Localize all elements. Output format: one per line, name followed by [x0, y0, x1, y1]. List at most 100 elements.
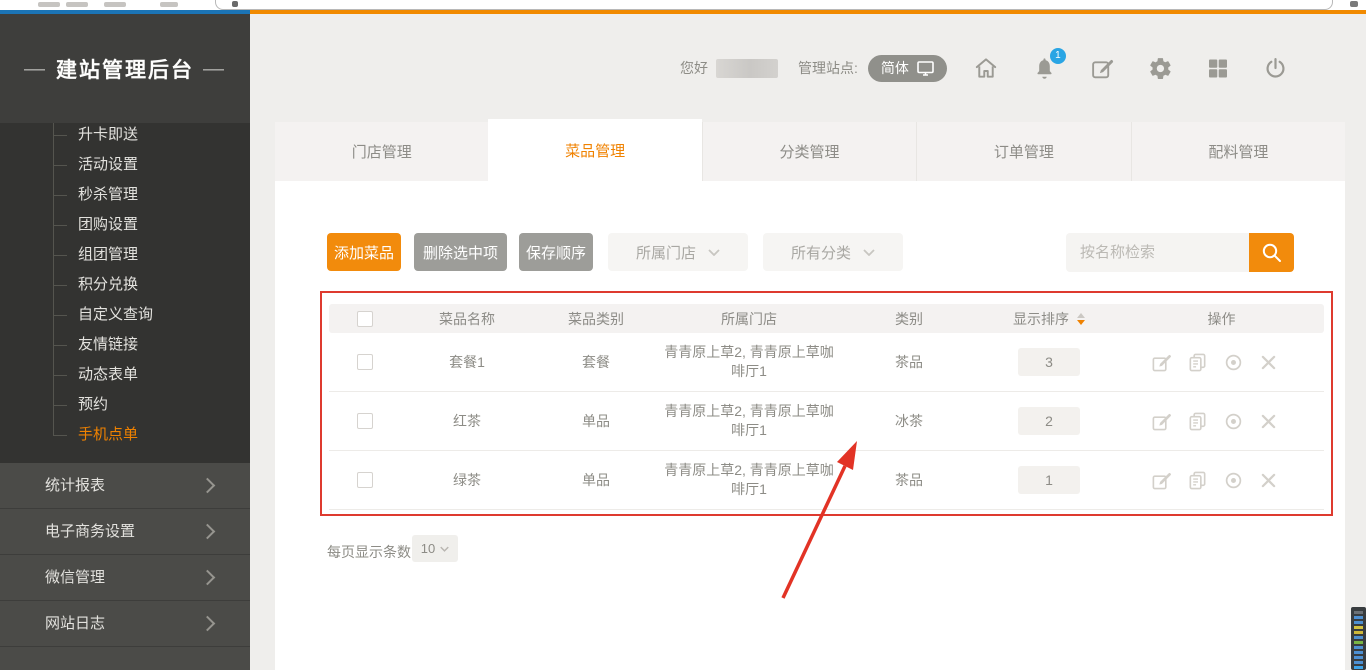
sidebar-item[interactable]: 升卡即送 [0, 120, 250, 150]
chevron-down-icon [440, 546, 449, 552]
store-filter-dropdown[interactable]: 所属门店 [608, 233, 748, 271]
scrollbar-thumb[interactable] [1351, 607, 1366, 670]
table-header-row: 菜品名称 菜品类别 所属门店 类别 显示排序 操作 [329, 304, 1324, 333]
cell-category: 冰茶 [839, 411, 979, 431]
row-checkbox[interactable] [357, 413, 373, 429]
browser-fragment [160, 2, 178, 7]
cell-dish-name: 红茶 [401, 411, 533, 431]
copy-icon[interactable] [1187, 411, 1208, 432]
column-header-name: 菜品名称 [401, 309, 533, 329]
tab[interactable]: 门店管理 [275, 122, 488, 181]
save-order-button[interactable]: 保存顺序 [519, 233, 593, 271]
copy-icon[interactable] [1187, 352, 1208, 373]
delete-x-icon[interactable] [1259, 471, 1278, 490]
sidebar-item[interactable]: 团购设置 [0, 210, 250, 240]
view-eye-icon[interactable] [1223, 470, 1244, 491]
logo-dash: — [203, 57, 226, 81]
notification-badge: 1 [1050, 48, 1066, 64]
sidebar-item[interactable]: 秒杀管理 [0, 180, 250, 210]
sidebar-item[interactable]: 自定义查询 [0, 300, 250, 330]
cell-dish-name: 套餐1 [401, 352, 533, 372]
chevron-down-icon [708, 249, 720, 256]
browser-menu-icon[interactable] [1350, 1, 1358, 7]
scroll-stripe [1354, 666, 1363, 669]
tab[interactable]: 菜品管理 [488, 119, 701, 181]
tab[interactable]: 订单管理 [916, 122, 1130, 181]
edit-icon[interactable] [1151, 352, 1172, 373]
column-header-sort[interactable]: 显示排序 [979, 309, 1119, 329]
sidebar-item[interactable]: 手机点单 [0, 420, 250, 450]
add-dish-button[interactable]: 添加菜品 [327, 233, 401, 271]
sidebar-item[interactable]: 积分兑换 [0, 270, 250, 300]
delete-x-icon[interactable] [1259, 353, 1278, 372]
language-site-button[interactable]: 简体 [868, 55, 947, 82]
chevron-right-icon [200, 616, 216, 632]
category-filter-label: 所有分类 [791, 242, 851, 263]
scroll-stripe [1354, 616, 1363, 619]
sidebar-section[interactable]: 微信管理 [0, 555, 250, 601]
tab-bar: 门店管理菜品管理分类管理订单管理配料管理 [275, 119, 1345, 181]
sort-toggle[interactable] [1077, 313, 1085, 325]
search-button[interactable] [1249, 233, 1294, 272]
chevron-down-icon [863, 249, 875, 256]
per-page-dropdown[interactable]: 10 [412, 535, 458, 562]
page: { "sidebar": { "logo": "建站管理后台", "menu_i… [0, 0, 1366, 670]
per-page-label: 每页显示条数 [327, 542, 411, 562]
sort-asc-icon [1077, 313, 1085, 318]
sidebar-section[interactable]: 网站日志 [0, 601, 250, 647]
edit-icon[interactable] [1151, 411, 1172, 432]
sidebar-item[interactable]: 组团管理 [0, 240, 250, 270]
delete-selected-button[interactable]: 删除选中项 [414, 233, 507, 271]
sort-order-badge: 1 [1018, 466, 1080, 494]
search-input[interactable] [1066, 233, 1249, 272]
table-body: 套餐1 套餐 青青原上草2, 青青原上草咖啡厅1 茶品 3 红茶 单品 青青原上… [329, 333, 1324, 510]
cell-stores: 青青原上草2, 青青原上草咖啡厅1 [659, 343, 839, 381]
edit-icon[interactable] [1090, 56, 1115, 81]
apps-grid-icon[interactable] [1206, 56, 1230, 80]
sidebar-item[interactable]: 动态表单 [0, 360, 250, 390]
sidebar-item[interactable]: 预约 [0, 390, 250, 420]
delete-x-icon[interactable] [1259, 412, 1278, 431]
notification-bell-icon[interactable]: 1 [1032, 56, 1057, 81]
sidebar-section[interactable]: 电子商务设置 [0, 509, 250, 555]
sidebar-item[interactable]: 活动设置 [0, 150, 250, 180]
favicon [232, 1, 238, 7]
sidebar-item[interactable]: 友情链接 [0, 330, 250, 360]
row-checkbox[interactable] [357, 472, 373, 488]
sidebar-submenu: 升卡即送活动设置秒杀管理团购设置组团管理积分兑换自定义查询友情链接动态表单预约手… [0, 120, 250, 450]
scroll-stripe [1354, 651, 1363, 654]
header-bar: 您好 管理站点: 简体 1 [680, 53, 1288, 83]
cell-stores: 青青原上草2, 青青原上草咖啡厅1 [659, 461, 839, 499]
tab[interactable]: 配料管理 [1131, 122, 1345, 181]
view-eye-icon[interactable] [1223, 411, 1244, 432]
browser-fragment [104, 2, 126, 7]
settings-gear-icon[interactable] [1148, 56, 1173, 81]
logout-power-icon[interactable] [1263, 56, 1288, 81]
tab-panel-dishes: 添加菜品 删除选中项 保存顺序 所属门店 所有分类 菜品名称 菜品类别 [275, 181, 1345, 670]
scroll-stripe [1354, 646, 1363, 649]
sort-order-badge: 3 [1018, 348, 1080, 376]
select-all-checkbox[interactable] [357, 311, 373, 327]
table-row: 绿茶 单品 青青原上草2, 青青原上草咖啡厅1 茶品 1 [329, 451, 1324, 510]
edit-icon[interactable] [1151, 470, 1172, 491]
cell-stores: 青青原上草2, 青青原上草咖啡厅1 [659, 402, 839, 440]
sidebar-sections: 统计报表 电子商务设置 微信管理 网站日志 [0, 463, 250, 670]
tab[interactable]: 分类管理 [702, 122, 916, 181]
search-icon [1260, 241, 1284, 265]
copy-icon[interactable] [1187, 470, 1208, 491]
row-checkbox[interactable] [357, 354, 373, 370]
language-label: 简体 [881, 58, 909, 78]
scroll-stripe [1354, 621, 1363, 624]
main-content: 您好 管理站点: 简体 1 门店管理菜品管理分类管理订单管理配料管 [250, 14, 1366, 670]
sidebar-section[interactable]: 统计报表 [0, 463, 250, 509]
greeting-label: 您好 [680, 58, 708, 78]
cell-category: 茶品 [839, 352, 979, 372]
column-header-type: 菜品类别 [533, 309, 659, 329]
home-icon[interactable] [973, 55, 999, 81]
chevron-right-icon [200, 478, 216, 494]
logo-text: 建站管理后台 [56, 54, 194, 84]
cell-dish-type: 单品 [533, 411, 659, 431]
address-bar[interactable] [215, 0, 1333, 10]
view-eye-icon[interactable] [1223, 352, 1244, 373]
category-filter-dropdown[interactable]: 所有分类 [763, 233, 903, 271]
